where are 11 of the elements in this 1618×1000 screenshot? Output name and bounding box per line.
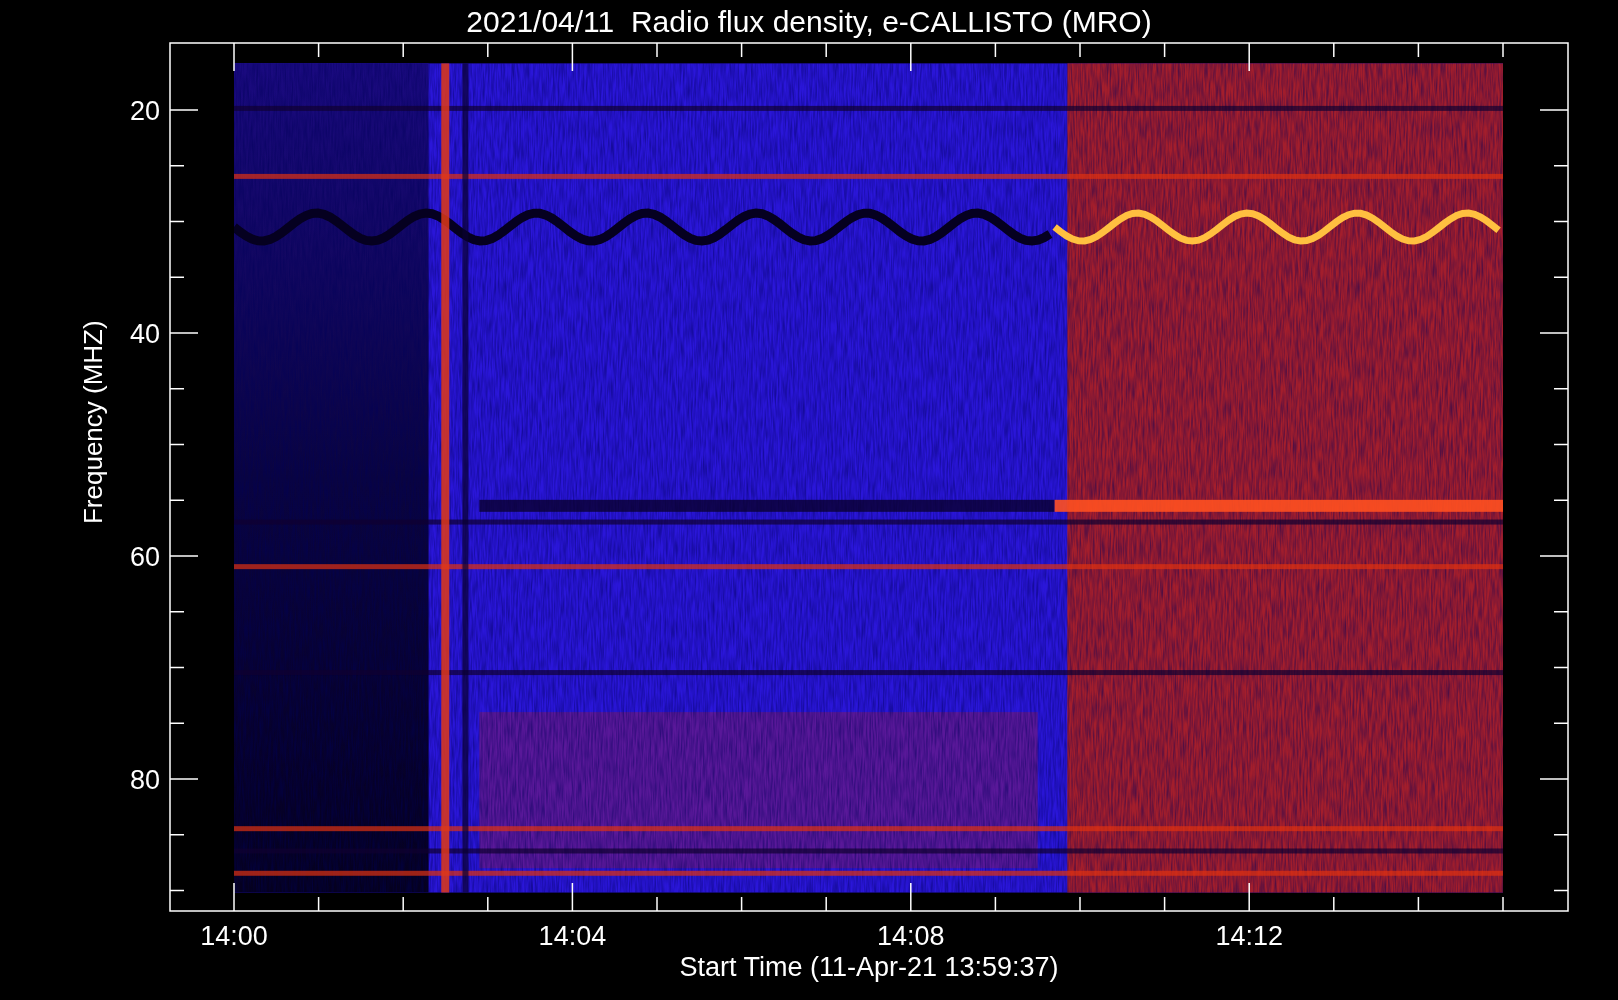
chart-title: 2021/04/11 Radio flux density, e-CALLISTO (MRO) bbox=[466, 5, 1152, 38]
y-tick-label: 60 bbox=[129, 542, 160, 572]
y-axis-label: Frequency (MHZ) bbox=[78, 320, 108, 525]
y-tick-label: 40 bbox=[129, 319, 160, 349]
x-axis-label: Start Time (11-Apr-21 13:59:37) bbox=[679, 952, 1059, 982]
y-tick-label: 80 bbox=[129, 765, 160, 795]
x-tick-label: 14:00 bbox=[200, 921, 268, 951]
x-tick-label: 14:08 bbox=[877, 921, 945, 951]
y-tick-label: 20 bbox=[129, 96, 160, 126]
x-tick-label: 14:04 bbox=[538, 921, 607, 951]
x-tick-label: 14:12 bbox=[1215, 921, 1283, 951]
